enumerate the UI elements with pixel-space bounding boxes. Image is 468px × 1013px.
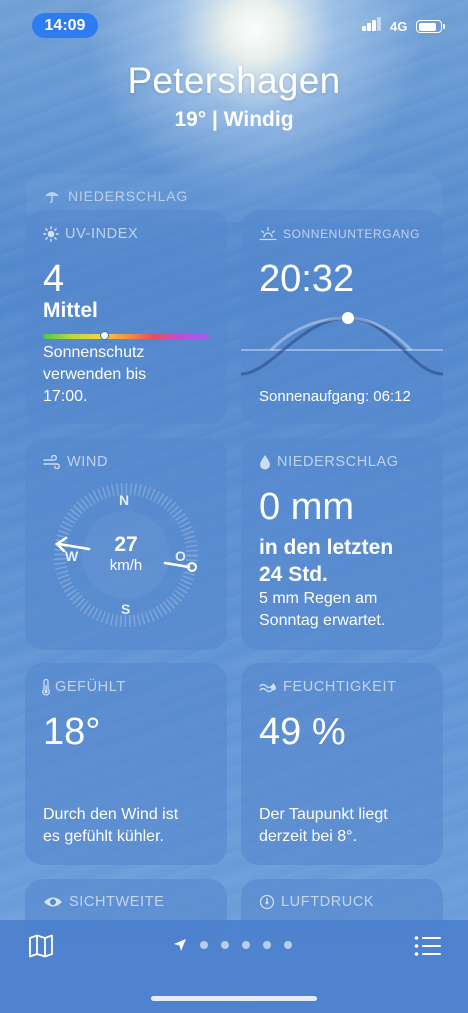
- tile-label: FEUCHTIGKEIT: [283, 679, 397, 695]
- uv-scale-marker: [99, 331, 109, 340]
- status-bar: 14:09 4G: [0, 12, 468, 42]
- umbrella-icon: [45, 192, 59, 204]
- wind-unit: km/h: [109, 557, 143, 574]
- tile-label: NIEDERSCHLAG: [277, 454, 399, 470]
- wind-icon: [43, 455, 60, 469]
- precipitation-forecast-1: 5 mm Regen am: [259, 590, 378, 607]
- uv-index-tile[interactable]: UV-INDEX 4 Mittel Sonnenschutz verwenden…: [25, 210, 227, 424]
- wind-speed: 27: [114, 533, 138, 556]
- precipitation-amount: 0 mm: [259, 486, 354, 528]
- humidity-tile[interactable]: FEUCHTIGKEIT 49 % Der Taupunkt liegt der…: [241, 663, 443, 865]
- page-dot[interactable]: [242, 941, 250, 949]
- city-name: Petershagen: [127, 60, 341, 101]
- uv-value: 4: [43, 258, 65, 300]
- eye-icon: [44, 897, 62, 907]
- status-time[interactable]: 14:09: [32, 13, 98, 38]
- current-conditions: 19° | Windig: [174, 108, 294, 131]
- humidity-note-1: Der Taupunkt liegt: [259, 806, 388, 823]
- feels-like-note-1: Durch den Wind ist: [43, 806, 179, 823]
- tile-label: LUFTDRUCK: [281, 894, 375, 910]
- home-indicator[interactable]: [151, 996, 317, 1001]
- list-icon[interactable]: [414, 935, 442, 957]
- collapsed-label: NIEDERSCHLAG: [68, 188, 189, 204]
- network-type: 4G: [390, 19, 408, 34]
- sunrise-time: Sonnenaufgang: 06:12: [259, 388, 411, 405]
- page-dot[interactable]: [200, 941, 208, 949]
- wind-tile[interactable]: WIND N S W O 27 km/h: [25, 438, 227, 650]
- battery-icon: [416, 20, 445, 33]
- precipitation-forecast-2: Sonntag erwartet.: [259, 612, 386, 629]
- precipitation-tile[interactable]: NIEDERSCHLAG 0 mm in den letzten 24 Std.…: [241, 438, 443, 650]
- feels-like-value: 18°: [43, 711, 101, 753]
- uv-advice-1: Sonnenschutz: [43, 344, 145, 361]
- humidity-value: 49 %: [259, 711, 346, 753]
- sun-icon: [43, 226, 59, 242]
- location-arrow-icon[interactable]: [173, 938, 187, 952]
- sunset-icon: [259, 226, 277, 241]
- tile-label: WIND: [67, 454, 109, 470]
- humidity-icon: [259, 683, 276, 693]
- tile-label: UV-INDEX: [65, 226, 139, 242]
- feels-like-tile[interactable]: GEFÜHLT 18° Durch den Wind ist es gefühl…: [25, 663, 227, 865]
- uv-advice-3: 17:00.: [43, 388, 88, 405]
- sun-position-marker: [342, 312, 354, 324]
- sunset-tile[interactable]: SONNENUNTERGANG 20:32 Sonnenaufgang: 06:…: [241, 210, 443, 424]
- cellular-signal-icon: [362, 17, 384, 31]
- uv-level: Mittel: [43, 299, 98, 322]
- thermometer-icon: [42, 678, 50, 695]
- sun-path-graph: [241, 312, 443, 376]
- page-dot[interactable]: [263, 941, 271, 949]
- uv-scale-bar: [43, 334, 209, 339]
- precipitation-period-1: in den letzten: [259, 536, 394, 559]
- raindrop-icon: [260, 455, 270, 470]
- uv-advice-2: verwenden bis: [43, 366, 147, 383]
- page-dot[interactable]: [284, 941, 292, 949]
- gauge-icon: [259, 894, 275, 910]
- humidity-note-2: derzeit bei 8°.: [259, 828, 358, 845]
- sunset-time: 20:32: [259, 258, 355, 300]
- map-icon[interactable]: [28, 934, 54, 958]
- tile-label: GEFÜHLT: [55, 679, 126, 695]
- tile-label: SONNENUNTERGANG: [283, 227, 421, 241]
- page-dot[interactable]: [221, 941, 229, 949]
- tile-label: SICHTWEITE: [69, 894, 165, 910]
- feels-like-note-2: es gefühlt kühler.: [43, 828, 164, 845]
- precipitation-period-2: 24 Std.: [259, 563, 328, 586]
